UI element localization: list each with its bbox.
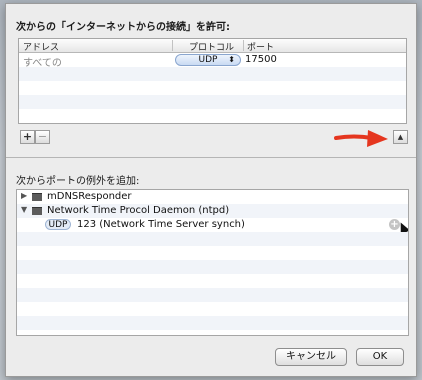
table-header: アドレス プロトコル ポート [19,39,406,53]
empty-row [17,302,408,316]
column-divider [172,40,173,51]
popup-arrows-icon: ⬍ [228,55,235,64]
list-item[interactable]: ▼ Network Time Procol Daemon (ntpd) [17,204,408,218]
empty-row [17,274,408,288]
empty-row [19,67,406,81]
empty-row [17,232,408,246]
remove-button[interactable]: − [35,130,50,144]
cancel-button[interactable]: キャンセル [275,348,347,366]
collapse-triangle-icon[interactable]: ▼ [21,205,27,214]
table-row[interactable]: すべての UDP ⬍ 17500 [19,53,406,69]
incoming-connections-title: 次からの「インターネットからの接続」を許可: [16,22,230,33]
service-folder-icon [32,193,42,201]
empty-row [19,109,406,123]
add-button[interactable]: + [20,130,35,144]
empty-row [17,288,408,302]
service-label: mDNSResponder [47,191,132,202]
list-item[interactable]: UDP 123 (Network Time Server synch) + [17,218,408,235]
list-item[interactable]: ▶ mDNSResponder [17,190,408,204]
protocol-value: UDP [198,55,218,65]
red-arrow-annotation-icon [334,130,388,147]
port-exceptions-list: ▶ mDNSResponder ▼ Network Time Procol Da… [16,189,409,336]
protocol-popup[interactable]: UDP ⬍ [175,54,241,66]
port-field[interactable]: 17500 [245,54,277,65]
incoming-connections-table: アドレス プロトコル ポート すべての UDP ⬍ 17500 [18,38,407,124]
service-folder-icon [32,207,42,215]
port-exceptions-title: 次からポートの例外を追加: [16,176,140,187]
ok-button[interactable]: OK [356,348,404,366]
disclosure-button[interactable]: ▲ [393,130,408,144]
empty-row [17,316,408,330]
column-header-address[interactable]: アドレス [23,40,59,53]
expand-triangle-icon[interactable]: ▶ [21,191,27,200]
empty-row [19,81,406,95]
empty-row [19,95,406,109]
empty-row [17,246,408,260]
column-header-port[interactable]: ポート [247,40,274,53]
protocol-tag: UDP [45,219,71,230]
column-divider [243,40,244,51]
port-exception-label: 123 (Network Time Server synch) [77,219,245,230]
section-divider [6,157,416,158]
service-label: Network Time Procol Daemon (ntpd) [47,205,230,216]
empty-row [17,260,408,274]
firewall-settings-sheet: 次からの「インターネットからの接続」を許可: アドレス プロトコル ポート すべ… [5,3,417,377]
column-header-protocol[interactable]: プロトコル [189,40,234,53]
